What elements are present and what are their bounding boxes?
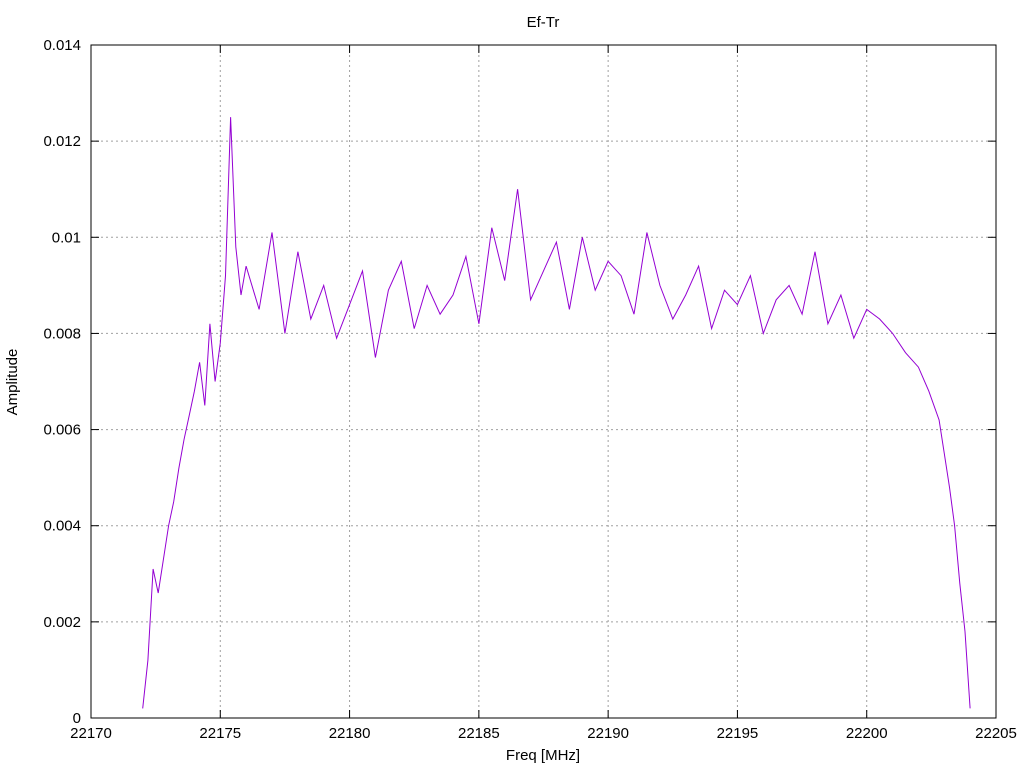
y-tick-label: 0.014 bbox=[43, 37, 81, 54]
y-tick-label: 0.008 bbox=[43, 325, 81, 342]
x-axis-label: Freq [MHz] bbox=[506, 747, 580, 764]
y-tick-labels: 0 0.002 0.004 0.006 0.008 0.01 0.012 0.014 bbox=[43, 37, 81, 727]
tick-marks bbox=[90, 44, 997, 719]
y-tick-label: 0.012 bbox=[43, 133, 81, 150]
plot-frame bbox=[90, 44, 997, 719]
x-tick-label: 22170 bbox=[70, 725, 112, 742]
y-axis-label: Amplitude bbox=[4, 349, 21, 416]
series-line bbox=[142, 117, 971, 709]
y-tick-label: 0 bbox=[73, 710, 81, 727]
chart-title: Ef-Tr bbox=[527, 14, 560, 31]
y-tick-label: 0.01 bbox=[52, 229, 81, 246]
x-tick-label: 22180 bbox=[329, 725, 371, 742]
x-tick-labels: 22170 22175 22180 22185 22190 22195 22200 22205 bbox=[70, 725, 1017, 742]
x-tick-label: 22195 bbox=[717, 725, 759, 742]
x-tick-label: 22200 bbox=[846, 725, 888, 742]
x-tick-label: 22185 bbox=[458, 725, 500, 742]
x-tick-label: 22190 bbox=[587, 725, 629, 742]
grid-lines bbox=[91, 45, 996, 718]
plot-area bbox=[142, 117, 971, 709]
y-tick-label: 0.002 bbox=[43, 614, 81, 631]
x-tick-label: 22175 bbox=[199, 725, 241, 742]
chart: 22170 22175 22180 22185 22190 22195 22200 22205… bbox=[4, 14, 1017, 764]
x-tick-label: 22205 bbox=[975, 725, 1017, 742]
y-tick-label: 0.006 bbox=[43, 422, 81, 439]
y-tick-label: 0.004 bbox=[43, 518, 81, 535]
